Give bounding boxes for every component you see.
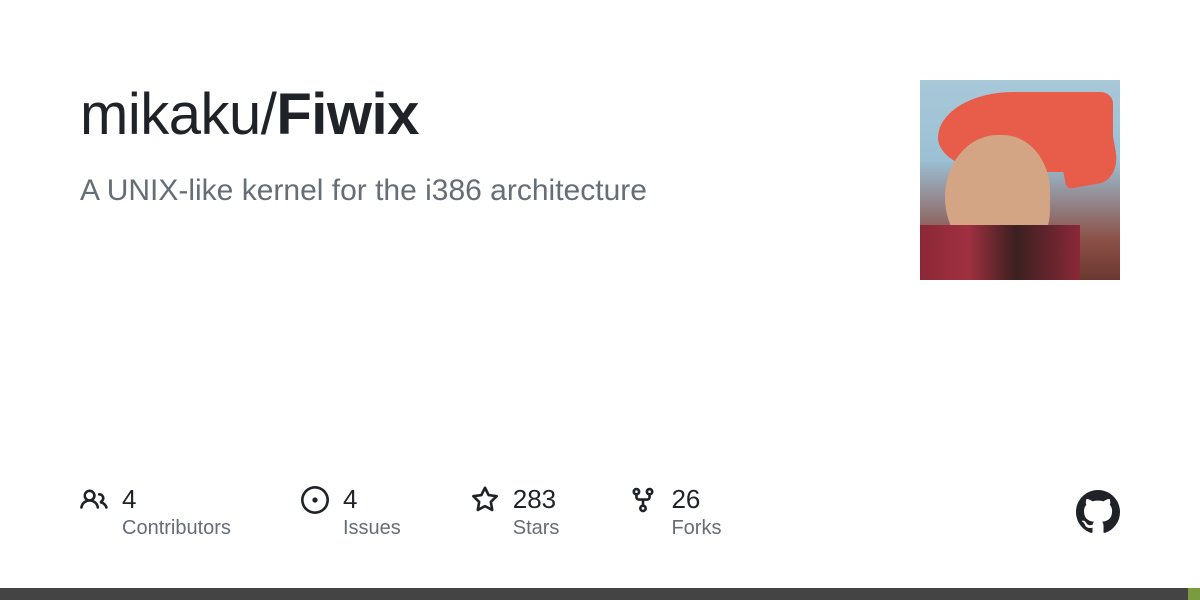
contributors-label: Contributors — [122, 517, 231, 540]
stat-issues[interactable]: 4 Issues — [301, 484, 401, 540]
footer-bar — [0, 588, 1200, 600]
people-icon — [80, 486, 108, 514]
stat-stars[interactable]: 283 Stars — [471, 484, 560, 540]
repo-owner[interactable]: mikaku — [80, 82, 261, 147]
repo-description: A UNIX-like kernel for the i386 architec… — [80, 174, 920, 208]
repo-title: mikaku/Fiwix — [80, 80, 920, 150]
star-icon — [471, 486, 499, 514]
avatar[interactable] — [920, 80, 1120, 280]
issue-icon — [301, 486, 329, 514]
issues-count: 4 — [343, 484, 401, 515]
fork-icon — [629, 486, 657, 514]
stars-count: 283 — [513, 484, 560, 515]
stat-forks[interactable]: 26 Forks — [629, 484, 721, 540]
stars-label: Stars — [513, 517, 560, 540]
forks-label: Forks — [671, 517, 721, 540]
contributors-count: 4 — [122, 484, 231, 515]
repo-name[interactable]: Fiwix — [276, 82, 419, 147]
stat-contributors[interactable]: 4 Contributors — [80, 484, 231, 540]
issues-label: Issues — [343, 517, 401, 540]
github-logo-icon[interactable] — [1076, 490, 1120, 534]
repo-separator: / — [261, 82, 277, 147]
forks-count: 26 — [671, 484, 721, 515]
